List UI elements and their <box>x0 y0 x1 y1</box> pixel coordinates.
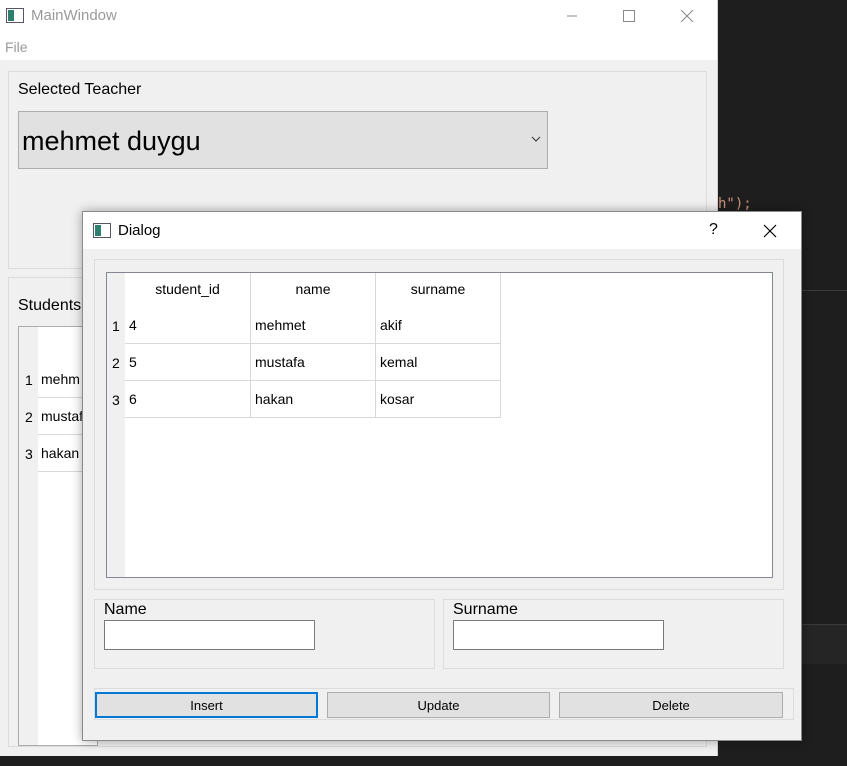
surname-label: Surname <box>453 601 518 618</box>
maximize-button[interactable] <box>606 0 652 32</box>
table-cell[interactable]: hakan <box>251 381 376 418</box>
table-cell[interactable]: 4 <box>125 307 251 344</box>
students-dialog-table[interactable]: student_id name surname 1 4 mehmet akif … <box>106 272 773 578</box>
students-label: Students <box>18 297 82 314</box>
table-cell[interactable]: mustafa <box>251 344 376 381</box>
app-window-icon <box>93 223 111 238</box>
table-cell[interactable]: 6 <box>125 381 251 418</box>
table-row[interactable]: 1 4 mehmet akif <box>107 307 501 344</box>
table-cell[interactable]: 5 <box>125 344 251 381</box>
close-icon <box>763 224 777 238</box>
menu-file[interactable]: File <box>5 39 28 55</box>
update-button[interactable]: Update <box>327 692 550 718</box>
editor-code-fragment: h"); <box>718 196 752 212</box>
dialog-window: Dialog ? student_id name surname 1 4 meh… <box>82 211 802 741</box>
table-cell[interactable]: kosar <box>376 381 501 418</box>
table-row[interactable]: 3 6 hakan kosar <box>107 381 501 418</box>
table-cell[interactable]: mehmet <box>251 307 376 344</box>
row-number: 1 <box>25 372 33 388</box>
table-cell[interactable]: kemal <box>376 344 501 381</box>
dialog-titlebar: Dialog ? <box>83 212 801 249</box>
close-button[interactable] <box>664 0 710 32</box>
dialog-close-button[interactable] <box>763 218 777 244</box>
name-groupbox: Name <box>94 599 435 669</box>
minimize-icon <box>567 15 577 17</box>
table-row[interactable]: 2 5 mustafa kemal <box>107 344 501 381</box>
row-number: 2 <box>25 409 33 425</box>
surname-input[interactable] <box>453 620 664 650</box>
app-window-icon <box>6 8 24 23</box>
surname-groupbox: Surname <box>443 599 784 669</box>
insert-button[interactable]: Insert <box>95 692 318 718</box>
name-input[interactable] <box>104 620 315 650</box>
selected-teacher-label: Selected Teacher <box>18 81 142 98</box>
column-header-surname[interactable]: surname <box>376 273 501 307</box>
name-label: Name <box>104 601 147 618</box>
row-number: 3 <box>112 392 120 408</box>
help-button[interactable]: ? <box>709 221 718 239</box>
main-window-title: MainWindow <box>31 7 117 24</box>
delete-button[interactable]: Delete <box>559 692 783 718</box>
row-number: 3 <box>25 446 33 462</box>
column-header-name[interactable]: name <box>251 273 376 307</box>
menubar: File <box>0 32 717 60</box>
teacher-combo-value: mehmet duygu <box>22 126 201 156</box>
minimize-button[interactable] <box>549 0 595 32</box>
row-number: 1 <box>112 318 120 334</box>
row-number: 2 <box>112 355 120 371</box>
teacher-combobox[interactable]: mehmet duygu <box>18 111 548 169</box>
main-titlebar: MainWindow <box>0 0 717 32</box>
table-cell[interactable]: akif <box>376 307 501 344</box>
maximize-icon <box>623 10 635 22</box>
chevron-down-icon <box>531 132 541 146</box>
close-icon <box>680 9 694 23</box>
column-header-student-id[interactable]: student_id <box>125 273 251 307</box>
dialog-title: Dialog <box>118 222 161 239</box>
